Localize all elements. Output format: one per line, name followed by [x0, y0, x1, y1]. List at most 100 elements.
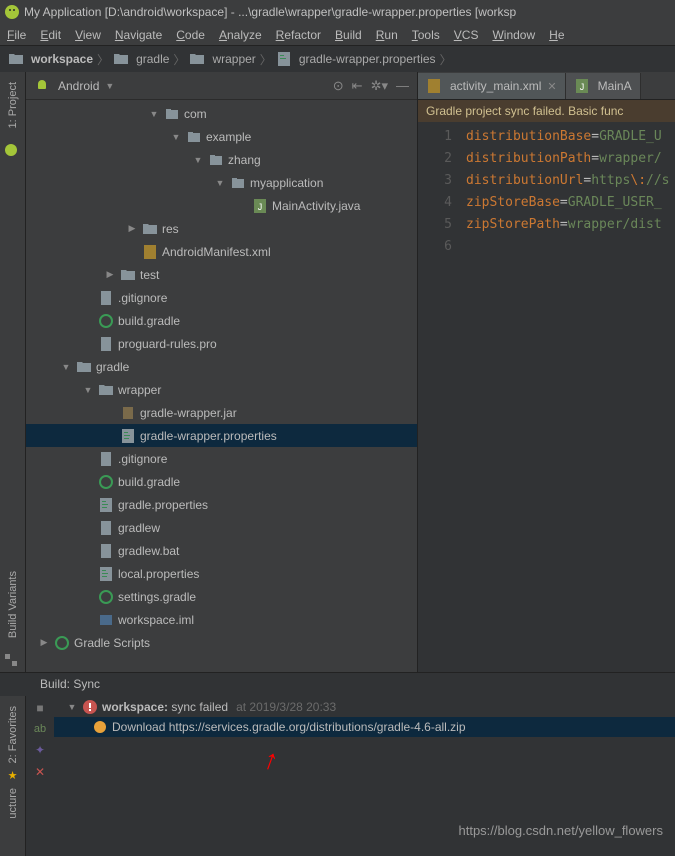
close-icon[interactable]: ✕ [547, 80, 556, 93]
tab-activity-main-xml[interactable]: activity_main.xml✕ [418, 73, 566, 99]
pin-icon[interactable]: ✦ [35, 743, 45, 757]
tree-label: gradlew [118, 521, 160, 535]
line-number: 1 [418, 126, 452, 148]
structure-tool-button[interactable]: ucture [7, 782, 19, 825]
tree-node--gitignore[interactable]: .gitignore [26, 286, 417, 309]
twisty-icon[interactable]: ▼ [78, 385, 98, 395]
project-view-selector[interactable]: Android ▼ [34, 78, 114, 94]
project-tool-button[interactable]: 1: Project [7, 72, 19, 138]
tree-node-workspace-iml[interactable]: workspace.iml [26, 608, 417, 631]
code-line[interactable]: distributionUrl=https\://s [466, 170, 675, 192]
twisty-icon[interactable]: ▶ [100, 269, 120, 280]
tree-node-gradle-wrapper-jar[interactable]: gradle-wrapper.jar [26, 401, 417, 424]
code-line[interactable]: zipStorePath=wrapper/dist [466, 214, 675, 236]
tree-node-gradle[interactable]: ▼gradle [26, 355, 417, 378]
breadcrumb-wrapper[interactable]: wrapper [187, 51, 257, 67]
tree-node-wrapper[interactable]: ▼wrapper [26, 378, 417, 401]
menu-refactor[interactable]: Refactor [269, 28, 328, 42]
filter-icon[interactable]: ab [34, 723, 46, 735]
dir-icon [98, 382, 114, 398]
code-line[interactable]: distributionPath=wrapper/ [466, 148, 675, 170]
tab-maina[interactable]: JMainA [566, 73, 641, 99]
code-line[interactable]: zipStoreBase=GRADLE_USER_ [466, 192, 675, 214]
tree-node-proguard-rules-pro[interactable]: proguard-rules.pro [26, 332, 417, 355]
menu-he[interactable]: He [542, 28, 571, 42]
menu-file[interactable]: File [0, 28, 33, 42]
tree-node-gradlew-bat[interactable]: gradlew.bat [26, 539, 417, 562]
collapse-icon[interactable]: ⇤ [352, 78, 363, 94]
menu-tools[interactable]: Tools [405, 28, 447, 42]
editor-panel: activity_main.xml✕JMainA Gradle project … [418, 72, 675, 672]
iml-icon [98, 612, 114, 628]
close-icon[interactable]: ✕ [35, 765, 45, 779]
target-icon[interactable]: ⊙ [333, 78, 344, 94]
tree-node-build-gradle[interactable]: build.gradle [26, 309, 417, 332]
tree-node-mainactivity-java[interactable]: JMainActivity.java [26, 194, 417, 217]
watermark: https://blog.csdn.net/yellow_flowers [459, 823, 664, 838]
build-root-line[interactable]: ▼ workspace: sync failed at 2019/3/28 20… [54, 697, 675, 717]
tree-label: AndroidManifest.xml [162, 245, 271, 259]
twisty-icon[interactable]: ▼ [144, 109, 164, 119]
tree-node-gradle-wrapper-properties[interactable]: gradle-wrapper.properties [26, 424, 417, 447]
build-variants-tool-button[interactable]: Build Variants [7, 561, 19, 648]
hide-icon[interactable]: — [396, 78, 409, 94]
build-tree[interactable]: ▼ workspace: sync failed at 2019/3/28 20… [54, 695, 675, 815]
twisty-icon[interactable]: ▶ [122, 223, 142, 234]
tree-node--gitignore[interactable]: .gitignore [26, 447, 417, 470]
menu-code[interactable]: Code [169, 28, 212, 42]
twisty-icon[interactable]: ▼ [188, 155, 208, 165]
tree-node-gradlew[interactable]: gradlew [26, 516, 417, 539]
tree-node-com[interactable]: ▼com [26, 102, 417, 125]
menu-view[interactable]: View [68, 28, 108, 42]
tree-node-zhang[interactable]: ▼zhang [26, 148, 417, 171]
stop-icon[interactable]: ■ [36, 701, 43, 715]
menu-window[interactable]: Window [485, 28, 542, 42]
tree-node-settings-gradle[interactable]: settings.gradle [26, 585, 417, 608]
android-icon [3, 142, 19, 158]
line-number: 5 [418, 214, 452, 236]
tree-node-example[interactable]: ▼example [26, 125, 417, 148]
menu-navigate[interactable]: Navigate [108, 28, 169, 42]
project-panel-header: Android ▼ ⊙ ⇤ ✲▾ — [26, 72, 417, 100]
build-download-line[interactable]: Download https://services.gradle.org/dis… [54, 717, 675, 737]
tree-node-build-gradle[interactable]: build.gradle [26, 470, 417, 493]
twisty-icon[interactable]: ▼ [166, 132, 186, 142]
gear-icon[interactable]: ✲▾ [371, 78, 388, 94]
tree-node-gradle-scripts[interactable]: ▶Gradle Scripts [26, 631, 417, 654]
tree-label: proguard-rules.pro [118, 337, 217, 351]
dir-icon [120, 267, 136, 283]
twisty-icon[interactable]: ▶ [34, 637, 54, 648]
tree-label: .gitignore [118, 452, 167, 466]
tree-node-androidmanifest-xml[interactable]: AndroidManifest.xml [26, 240, 417, 263]
breadcrumb-workspace[interactable]: workspace [6, 51, 95, 67]
tree-node-test[interactable]: ▶test [26, 263, 417, 286]
code-editor[interactable]: 123456 distributionBase=GRADLE_Udistribu… [418, 122, 675, 672]
tree-node-myapplication[interactable]: ▼myapplication [26, 171, 417, 194]
menu-run[interactable]: Run [369, 28, 405, 42]
tree-label: build.gradle [118, 314, 180, 328]
java-icon: J [252, 198, 268, 214]
twisty-icon[interactable]: ▼ [62, 702, 82, 712]
code-line[interactable]: distributionBase=GRADLE_U [466, 126, 675, 148]
code-line[interactable] [466, 236, 675, 258]
twisty-icon[interactable]: ▼ [56, 362, 76, 372]
tree-node-gradle-properties[interactable]: gradle.properties [26, 493, 417, 516]
gradle-icon [98, 313, 114, 329]
pkg-icon [208, 152, 224, 168]
sync-warning-bar: Gradle project sync failed. Basic func [418, 100, 675, 122]
build-toolbar: ■ ab ✦ ✕ [26, 695, 54, 815]
code-content[interactable]: distributionBase=GRADLE_UdistributionPat… [462, 122, 675, 672]
menu-edit[interactable]: Edit [33, 28, 68, 42]
project-tree[interactable]: ▼com▼example▼zhang▼myapplicationJMainAct… [26, 100, 417, 672]
menu-build[interactable]: Build [328, 28, 369, 42]
breadcrumb-gradle-wrapper.properties[interactable]: gradle-wrapper.properties [274, 51, 438, 67]
menu-analyze[interactable]: Analyze [212, 28, 269, 42]
tree-node-local-properties[interactable]: local.properties [26, 562, 417, 585]
favorites-tool-button[interactable]: 2: Favorites [7, 700, 19, 769]
breadcrumb-gradle[interactable]: gradle [111, 51, 171, 67]
gradle-icon [98, 589, 114, 605]
tree-node-res[interactable]: ▶res [26, 217, 417, 240]
twisty-icon[interactable]: ▼ [210, 178, 230, 188]
tree-label: build.gradle [118, 475, 180, 489]
menu-vcs[interactable]: VCS [447, 28, 486, 42]
